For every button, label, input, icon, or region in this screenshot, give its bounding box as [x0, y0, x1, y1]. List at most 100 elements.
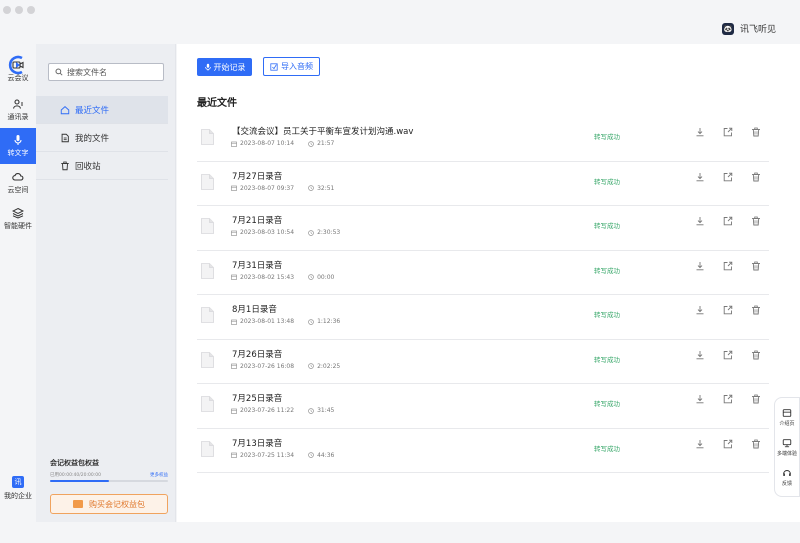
- home-icon: [60, 105, 70, 114]
- file-actions: [695, 216, 761, 226]
- file-row[interactable]: 【交流会议】员工关于平衡车宣发计划沟通.wav 2023-08-07 10:14 2…: [197, 117, 769, 162]
- file-date: 2023-08-07 09:37: [240, 184, 295, 192]
- document-icon: [201, 218, 214, 234]
- delete-icon[interactable]: [751, 127, 761, 137]
- sidebar-item-2[interactable]: 回收站: [36, 152, 168, 180]
- delete-icon[interactable]: [751, 305, 761, 315]
- download-icon[interactable]: [695, 127, 705, 137]
- monitor-icon: [782, 438, 792, 447]
- download-icon[interactable]: [695, 439, 705, 449]
- quota-title: 会记权益包权益: [50, 459, 99, 467]
- camera-icon: [12, 61, 24, 69]
- share-icon[interactable]: [723, 261, 733, 271]
- import-audio-button[interactable]: 导入音频: [263, 57, 320, 76]
- brand: 🐼 讯飞听见: [721, 22, 776, 35]
- file-row[interactable]: 7月13日录音 2023-07-25 11:34 44:36 转写成功: [197, 429, 769, 473]
- download-icon[interactable]: [695, 394, 705, 404]
- file-row[interactable]: 7月27日录音 2023-08-07 09:37 32:51 转写成功: [197, 162, 769, 206]
- file-sidebar: 搜索文件名 最近文件我的文件 回收站 会记权益包权益 已用00:00:40/20:…: [36, 44, 176, 522]
- download-icon[interactable]: [695, 172, 705, 182]
- file-date-wrap: 2023-08-07 09:37: [231, 185, 294, 192]
- start-recording-button[interactable]: 开始记录: [197, 58, 252, 76]
- file-list: 【交流会议】员工关于平衡车宣发计划沟通.wav 2023-08-07 10:14 2…: [197, 117, 769, 473]
- app-rail: 云会议通讯录转文字云空间智能硬件 讯 我的企业: [0, 44, 36, 543]
- window-controls[interactable]: [3, 6, 35, 14]
- status-badge: 转写成功: [594, 400, 620, 408]
- rail-item-label: 云空间: [7, 186, 29, 194]
- document-icon: [201, 262, 214, 279]
- buy-package-button[interactable]: 购买会记权益包: [50, 494, 168, 514]
- file-name[interactable]: 7月31日录音: [232, 259, 282, 271]
- download-icon[interactable]: [695, 350, 705, 360]
- delete-icon[interactable]: [751, 350, 761, 360]
- file-name[interactable]: 7月21日录音: [232, 214, 282, 226]
- download-icon[interactable]: [695, 305, 705, 315]
- file-name[interactable]: 8月1日录音: [232, 303, 277, 315]
- file-date: 2023-07-26 16:08: [240, 362, 295, 370]
- rail-item-2[interactable]: 转文字: [0, 128, 36, 164]
- sidebar-item-label: 最近文件: [75, 105, 110, 116]
- sidebar-item-0[interactable]: 最近文件: [36, 96, 168, 124]
- share-icon[interactable]: [723, 439, 733, 449]
- status-badge: 转写成功: [594, 355, 620, 364]
- share-icon[interactable]: [723, 172, 733, 182]
- main-content: 开始记录 导入音频 最近文件 【交流会议】员工关于平衡车宣发计划沟通.wav 20…: [177, 44, 800, 522]
- calendar-icon: [231, 230, 237, 236]
- delete-icon[interactable]: [751, 216, 761, 226]
- rail-item-3[interactable]: 云空间: [0, 165, 36, 201]
- file-date-wrap: 2023-07-26 11:22: [231, 407, 294, 414]
- import-icon: [270, 62, 278, 71]
- file-name[interactable]: 7月25日录音: [232, 392, 282, 404]
- file-meta: 2023-07-26 16:08 2:02:25: [231, 363, 340, 370]
- file-name[interactable]: 7月27日录音: [232, 170, 282, 182]
- file-meta: 2023-08-03 10:54 2:30:53: [231, 229, 340, 236]
- file-actions: [695, 172, 761, 182]
- rail-item-0[interactable]: 云会议: [0, 53, 36, 89]
- quota-more-link[interactable]: 更多权益: [150, 472, 168, 478]
- sidebar-item-1[interactable]: 我的文件: [36, 124, 168, 152]
- share-icon[interactable]: [723, 350, 733, 360]
- rail-item-4[interactable]: 智能硬件: [0, 201, 36, 237]
- my-enterprise[interactable]: 讯 我的企业: [0, 476, 36, 501]
- float-item-2[interactable]: 反馈: [782, 468, 792, 487]
- file-actions: [695, 305, 761, 315]
- delete-icon[interactable]: [751, 261, 761, 271]
- file-name[interactable]: 【交流会议】员工关于平衡车宣发计划沟通.wav: [232, 125, 413, 137]
- delete-icon[interactable]: [751, 172, 761, 182]
- file-row[interactable]: 7月31日录音 2023-08-02 15:43 00:00 转写成功: [197, 251, 769, 295]
- file-row[interactable]: 7月25日录音 2023-07-26 11:22 31:45 转写成功: [197, 384, 769, 429]
- share-icon[interactable]: [723, 305, 733, 315]
- file-date: 2023-07-26 11:22: [240, 407, 295, 414]
- search-placeholder: 搜索文件名: [67, 67, 107, 77]
- mic-icon: [14, 135, 22, 145]
- file-duration: 1:12:36: [317, 318, 341, 325]
- file-duration: 2:30:53: [317, 229, 341, 236]
- download-icon[interactable]: [695, 216, 705, 226]
- file-meta: 2023-08-01 13:48 1:12:36: [231, 318, 340, 325]
- file-name[interactable]: 7月26日录音: [232, 348, 282, 360]
- rail-item-label: 通讯录: [7, 113, 29, 121]
- delete-icon[interactable]: [751, 394, 761, 404]
- file-name[interactable]: 7月13日录音: [232, 437, 282, 449]
- calendar-icon: [231, 363, 237, 369]
- document-icon: [201, 351, 214, 368]
- file-duration-wrap: 1:12:36: [308, 318, 340, 325]
- clock-icon: [308, 185, 314, 191]
- enterprise-badge: 讯: [12, 476, 24, 488]
- file-row[interactable]: 7月26日录音 2023-07-26 16:08 2:02:25 转写成功: [197, 340, 769, 384]
- delete-icon[interactable]: [751, 439, 761, 449]
- share-icon[interactable]: [723, 216, 733, 226]
- file-duration-wrap: 2:30:53: [308, 229, 340, 236]
- float-item-0[interactable]: 介绍页: [779, 408, 795, 427]
- float-item-1[interactable]: 多端体验: [777, 438, 797, 457]
- download-icon[interactable]: [695, 261, 705, 271]
- file-row[interactable]: 8月1日录音 2023-08-01 13:48 1:12:36 转写成功: [197, 295, 769, 340]
- enterprise-label: 我的企业: [4, 492, 32, 500]
- file-duration: 2:02:25: [317, 362, 341, 370]
- search-input[interactable]: 搜索文件名: [48, 63, 164, 81]
- share-icon[interactable]: [723, 127, 733, 137]
- rail-item-1[interactable]: 通讯录: [0, 92, 36, 128]
- share-icon[interactable]: [723, 394, 733, 404]
- file-row[interactable]: 7月21日录音 2023-08-03 10:54 2:30:53 转写成功: [197, 206, 769, 251]
- quota-panel: 会记权益包权益 已用00:00:40/20:00:00 更多权益: [50, 458, 168, 482]
